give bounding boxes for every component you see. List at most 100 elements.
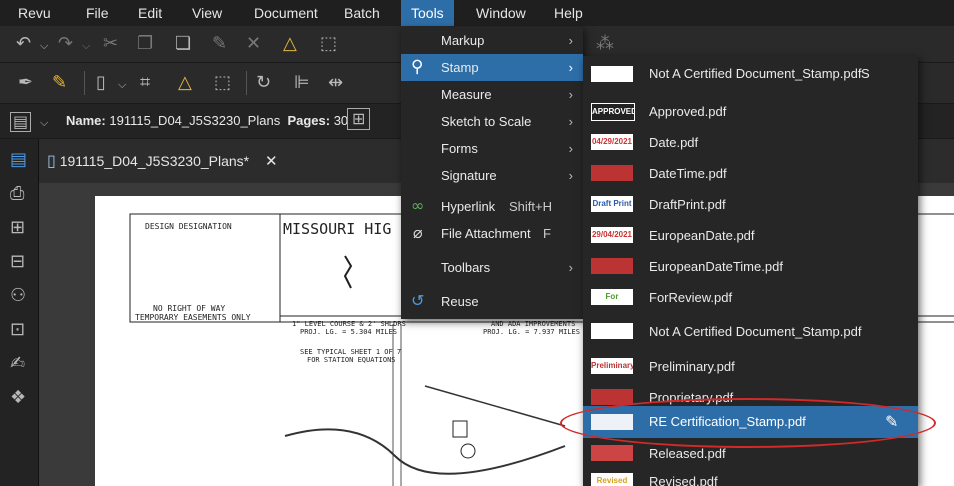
menu-item-markup[interactable]: Markup ›: [401, 27, 583, 54]
stamp-item-re-certification[interactable]: RE Certification_Stamp.pdf ✎: [583, 406, 918, 438]
menu-item-toolbars[interactable]: Toolbars ›: [401, 254, 583, 281]
name-label: Name:: [66, 113, 106, 128]
stamp-item[interactable]: EuropeanDateTime.pdf: [583, 251, 918, 282]
menu-revu[interactable]: Revu: [8, 0, 61, 26]
pdf-file-icon: ▯: [47, 151, 56, 170]
paste-icon[interactable]: ❏: [175, 35, 191, 53]
crop-icon[interactable]: ⌗: [140, 74, 150, 92]
menu-item-label: Signature: [441, 168, 497, 183]
bookmarks-icon[interactable]: ⎙: [10, 185, 24, 203]
select-icon[interactable]: ⬚: [320, 35, 337, 53]
highlight-icon[interactable]: △: [178, 74, 192, 92]
thumbnails-icon[interactable]: ▤: [10, 151, 27, 169]
tools-menu: Markup › ⚲ Stamp › Measure › Sketch to Scal…: [401, 27, 583, 319]
menu-document[interactable]: Document: [244, 0, 328, 26]
chevron-down-icon[interactable]: ⌵: [40, 114, 48, 132]
typical-sheet-note: SEE TYPICAL SHEET 1 OF 7: [300, 348, 402, 356]
menu-item-hyperlink[interactable]: ∞ Hyperlink Shift+H: [401, 193, 583, 220]
stamp-item[interactable]: For Review ForReview.pdf: [583, 282, 918, 313]
add-page-icon[interactable]: ⊞: [347, 108, 371, 130]
menu-item-signature[interactable]: Signature ›: [401, 162, 583, 189]
stamp-thumbnail: [591, 66, 633, 82]
stamp-item[interactable]: 04/29/2021 Date.pdf: [583, 127, 918, 158]
stamp-thumbnail: APPROVED: [591, 103, 635, 121]
menu-item-forms[interactable]: Forms ›: [401, 135, 583, 162]
format-painter-icon[interactable]: ✎: [212, 35, 227, 53]
chevron-right-icon: ›: [568, 60, 573, 75]
stamp-item[interactable]: Not A Certified Document_Stamp.pdf: [583, 313, 918, 351]
grid-icon[interactable]: ⊞: [10, 219, 25, 237]
file-icon[interactable]: ▤: [10, 112, 32, 132]
divider: [246, 71, 247, 95]
stamp-item[interactable]: DateTime.pdf: [583, 158, 918, 189]
cut-icon[interactable]: ✂: [103, 35, 118, 53]
menu-item-label: Markup: [441, 33, 485, 48]
menu-batch[interactable]: Batch: [334, 0, 390, 26]
undo-icon[interactable]: ↶: [16, 35, 31, 53]
rotate-icon[interactable]: ↻: [256, 74, 271, 92]
edit-pencil-icon[interactable]: ✎: [885, 413, 898, 431]
stamp-item[interactable]: APPROVED Approved.pdf: [583, 96, 918, 127]
stamp-label: Date.pdf: [649, 135, 699, 150]
pattern-icon[interactable]: ⁂: [596, 35, 614, 53]
temp-easement-label: TEMPORARY EASEMENTS ONLY: [135, 313, 251, 322]
page-icon[interactable]: ▯: [96, 74, 106, 92]
menu-item-file-attachment[interactable]: ⌀ File Attachment F: [401, 220, 583, 247]
stamp-thumbnail: Preliminary: [591, 358, 633, 374]
pen-icon[interactable]: ✒: [18, 74, 33, 92]
chevron-right-icon: ›: [568, 260, 573, 275]
menu-help[interactable]: Help: [544, 0, 593, 26]
redo-icon[interactable]: ↷: [58, 35, 73, 53]
document-tab[interactable]: ▯ 191115_D04_J5S3230_Plans* ✕: [47, 147, 278, 183]
menu-item-stamp[interactable]: ⚲ Stamp ›: [401, 54, 583, 81]
stamp-item[interactable]: Revised Revised.pdf: [583, 466, 918, 486]
copy-icon[interactable]: ❐: [137, 35, 153, 53]
fit-width-icon[interactable]: ⇹: [328, 74, 343, 92]
layers-icon[interactable]: ❖: [10, 389, 26, 407]
station-equation-note: FOR STATION EQUATIONS: [307, 356, 396, 364]
menu-bar: Revu File Edit View Document Batch Tools…: [0, 0, 954, 26]
toolchest-icon[interactable]: ⊟: [10, 253, 25, 271]
underline-icon[interactable]: ✎: [52, 74, 67, 92]
stamp-item[interactable]: Draft Print DraftPrint.pdf: [583, 189, 918, 220]
forms-icon[interactable]: ⊡: [10, 321, 25, 339]
menu-item-sketch-to-scale[interactable]: Sketch to Scale ›: [401, 108, 583, 135]
stamp-label: EuropeanDate.pdf: [649, 228, 755, 243]
stamp-thumbnail: [591, 389, 633, 405]
menu-item-reuse[interactable]: ↺ Reuse: [401, 288, 583, 315]
highlight-icon[interactable]: △: [283, 35, 297, 53]
stamp-thumbnail: 29/04/2021: [591, 227, 633, 243]
chevron-down-icon[interactable]: ⌵: [40, 37, 48, 55]
link-icon: ∞: [411, 196, 425, 215]
stamp-item[interactable]: 29/04/2021 EuropeanDate.pdf: [583, 220, 918, 251]
chevron-down-icon[interactable]: ⌵: [82, 37, 90, 55]
paperclip-icon: ⌀: [413, 223, 423, 242]
area-select-icon[interactable]: ⬚: [214, 74, 231, 92]
page-count: 30: [333, 113, 349, 128]
close-tab-icon[interactable]: ✕: [265, 153, 278, 170]
menu-window[interactable]: Window: [466, 0, 536, 26]
chevron-down-icon[interactable]: ⌵: [118, 76, 126, 94]
stamp-label: RE Certification_Stamp.pdf: [649, 414, 806, 429]
menu-edit[interactable]: Edit: [128, 0, 172, 26]
menu-view[interactable]: View: [182, 0, 232, 26]
delete-icon[interactable]: ✕: [246, 35, 261, 53]
stamp-label: Not A Certified Document_Stamp.pdf: [649, 66, 862, 81]
stamp-item[interactable]: Released.pdf: [583, 438, 918, 469]
menu-tools[interactable]: Tools: [401, 0, 454, 26]
layout-icon[interactable]: ⊫: [294, 74, 310, 92]
document-name-info: Name: 191115_D04_J5S3230_Plans Pages: 30: [66, 113, 348, 128]
document-name: 191115_D04_J5S3230_Plans: [109, 113, 281, 128]
signature-icon[interactable]: ✍: [10, 355, 25, 373]
menu-file[interactable]: File: [76, 0, 119, 26]
menu-item-measure[interactable]: Measure ›: [401, 81, 583, 108]
chevron-right-icon: ›: [568, 141, 573, 156]
stamp-item[interactable]: Not A Certified Document_Stamp.pdf S: [583, 56, 918, 92]
menu-item-label: Reuse: [441, 294, 479, 309]
stamp-label: Not A Certified Document_Stamp.pdf: [649, 324, 862, 339]
stamp-item[interactable]: Preliminary Preliminary.pdf: [583, 351, 918, 382]
stamp-thumbnail: [591, 414, 633, 430]
markups-icon[interactable]: ⚇: [10, 287, 26, 305]
menu-item-label: Toolbars: [441, 260, 491, 275]
divider: [84, 71, 85, 95]
